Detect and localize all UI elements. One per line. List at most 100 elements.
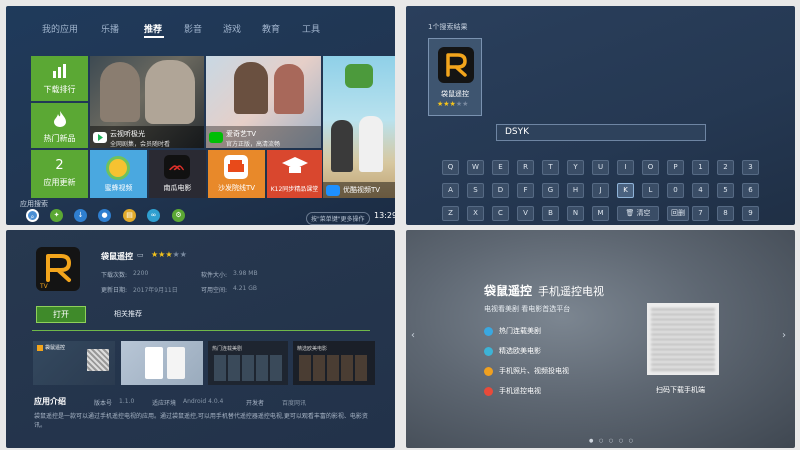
key-v[interactable]: V (517, 206, 534, 221)
key-l[interactable]: L (642, 183, 659, 198)
bar-chart-icon (31, 64, 88, 81)
intro-title: 应用介绍 (34, 397, 66, 406)
app-tile-shafa[interactable]: 沙发院线TV (208, 150, 265, 198)
chevron-left-icon[interactable]: ‹ (411, 330, 415, 341)
key-n[interactable]: N (567, 206, 584, 221)
thumb-caption: 热门连载美剧 (212, 346, 243, 352)
date-value: 2017年9月11日 (133, 287, 178, 294)
broom-icon[interactable]: ✦ (50, 209, 63, 222)
screenshot-thumb[interactable]: 袋鼠遥控 (33, 341, 115, 385)
key-w[interactable]: W (467, 160, 484, 175)
movie-icon (484, 346, 493, 356)
key-5[interactable]: 5 (717, 183, 734, 198)
backspace-button[interactable]: 回删 (667, 206, 689, 221)
file-icon[interactable]: ▤ (123, 209, 136, 222)
env-value: Android 4.0.4 (183, 398, 224, 405)
key-t[interactable]: T (542, 160, 559, 175)
key-i[interactable]: I (617, 160, 634, 175)
app-tile-mifeng[interactable]: 蜜蜂视频 (90, 150, 147, 198)
poster-figure (234, 62, 268, 114)
trash-icon: 🗑 (625, 209, 637, 217)
key-8[interactable]: 8 (717, 206, 734, 221)
media-sub: 官方正版，高清流畅 (226, 141, 281, 148)
key-y[interactable]: Y (567, 160, 584, 175)
gear-icon[interactable]: ⚙ (172, 209, 185, 222)
screenshot-thumb[interactable]: 精选欧美电影 (293, 341, 375, 385)
key-g[interactable]: G (542, 183, 559, 198)
media-tile-youku[interactable]: 优酷视频TV (323, 56, 395, 198)
tab-lebo[interactable]: 乐播 (101, 22, 119, 35)
key-j[interactable]: J (592, 183, 609, 198)
media-label: 爱奇艺TV (226, 130, 257, 138)
key-x[interactable]: X (467, 206, 484, 221)
media-tile-iqiyi[interactable]: 爱奇艺TV 官方正版，高清流畅 (206, 56, 321, 148)
developer-value: 百度网讯 (282, 400, 307, 407)
search-input[interactable]: DSYK (496, 124, 706, 141)
key-z[interactable]: Z (442, 206, 459, 221)
tab-my-apps[interactable]: 我的应用 (42, 22, 78, 35)
tv-icon: ▭ (137, 251, 144, 259)
qr-thumb (87, 349, 109, 371)
size-value: 3.98 MB (233, 270, 258, 277)
key-b[interactable]: B (542, 206, 559, 221)
key-2[interactable]: 2 (717, 160, 734, 175)
key-s[interactable]: S (467, 183, 484, 198)
photo-cast-icon (484, 366, 493, 376)
tile-download-rank[interactable]: 下载排行 (31, 56, 88, 101)
key-k[interactable]: K (617, 183, 634, 198)
screenshot-thumb[interactable] (121, 341, 203, 385)
key-f[interactable]: F (517, 183, 534, 198)
key-0[interactable]: 0 (667, 183, 684, 198)
clear-button[interactable]: 🗑 清空 (617, 206, 659, 221)
app-label: K12同步精品课堂 (270, 186, 319, 193)
promo-title-2: 手机遥控电视 (538, 285, 604, 298)
key-4[interactable]: 4 (692, 183, 709, 198)
tab-games[interactable]: 游戏 (223, 22, 241, 35)
key-p[interactable]: P (667, 160, 684, 175)
tile-hot-new[interactable]: 热门新品 (31, 103, 88, 148)
key-r[interactable]: R (517, 160, 534, 175)
key-q[interactable]: Q (442, 160, 459, 175)
key-d[interactable]: D (492, 183, 509, 198)
tab-video[interactable]: 影音 (184, 22, 202, 35)
key-7[interactable]: 7 (692, 206, 709, 221)
related-button[interactable]: 相关推荐 (114, 309, 142, 319)
tile-app-update[interactable]: 2 应用更新 (31, 150, 88, 198)
space-value: 4.21 GB (233, 285, 258, 292)
download-icon[interactable]: ↓ (74, 209, 87, 222)
app-description: 袋鼠遥控是一款可以通过手机遥控电视的应用。通过袋鼠遥控,可以用手机替代遥控器遥控… (34, 413, 368, 429)
key-u[interactable]: U (592, 160, 609, 175)
key-6[interactable]: 6 (742, 183, 759, 198)
open-button[interactable]: 打开 (36, 306, 86, 323)
tab-recommend[interactable]: 推荐 (144, 22, 162, 35)
qr-caption: 扫码下载手机端 (656, 386, 705, 394)
chevron-right-icon[interactable]: › (782, 330, 786, 341)
app-tile-nangua[interactable]: ᨏ 南瓜电影 (149, 150, 206, 198)
search-icon[interactable]: ⌕ (26, 209, 39, 222)
bee-icon (106, 156, 130, 180)
media-label: 优酷视频TV (343, 186, 381, 194)
key-c[interactable]: C (492, 206, 509, 221)
svg-text:TV: TV (39, 283, 49, 290)
search-result-card[interactable]: 袋鼠遥控 ★★★★★ (428, 38, 482, 116)
key-m[interactable]: M (592, 206, 609, 221)
key-1[interactable]: 1 (692, 160, 709, 175)
flame-icon (31, 111, 88, 130)
phone-thumb (167, 347, 185, 379)
key-o[interactable]: O (642, 160, 659, 175)
media-tile-jiguang[interactable]: 云视听极光 全网剧集，会员随时看 (90, 56, 204, 148)
app-tile-k12[interactable]: K12同步精品课堂 (267, 150, 322, 198)
key-9[interactable]: 9 (742, 206, 759, 221)
key-e[interactable]: E (492, 160, 509, 175)
key-3[interactable]: 3 (742, 160, 759, 175)
app-logo (438, 47, 474, 83)
tab-education[interactable]: 教育 (262, 22, 280, 35)
key-a[interactable]: A (442, 183, 459, 198)
menu-hint: 按"菜单键"更多操作 (306, 212, 370, 225)
key-h[interactable]: H (567, 183, 584, 198)
screenshot-thumb[interactable]: 热门连载美剧 (208, 341, 288, 385)
user-icon[interactable]: ● (98, 209, 111, 222)
version-key: 版本号 (94, 400, 113, 407)
link-icon[interactable]: ∞ (147, 209, 160, 222)
tab-tools[interactable]: 工具 (302, 22, 320, 35)
